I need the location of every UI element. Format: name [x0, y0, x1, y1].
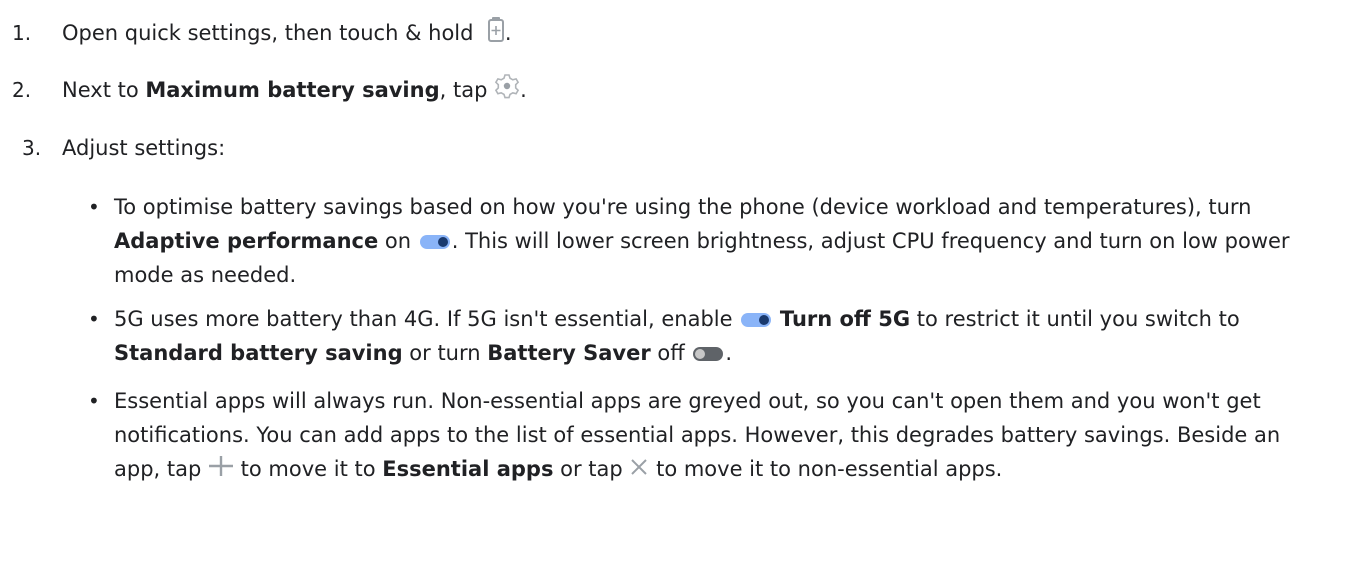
list-item: • To optimise battery savings based on h…: [88, 190, 1327, 292]
step-text: Adjust settings:: [62, 136, 226, 160]
step-number: 1.: [12, 21, 32, 45]
list-item: • 5G uses more battery than 4G. If 5G is…: [88, 302, 1327, 370]
settings-gear-icon: [494, 73, 520, 109]
step-text: Next to Maximum battery saving, tap .: [62, 73, 1327, 109]
toggle-on-icon: [741, 313, 772, 327]
bullet: •: [88, 307, 100, 331]
step-text: Open quick settings, then touch & hold .: [62, 16, 1327, 52]
bullet: •: [88, 195, 100, 219]
close-icon: [629, 453, 649, 487]
plus-icon: [208, 453, 234, 487]
toggle-on-icon: [419, 235, 450, 249]
toggle-off-icon: [693, 347, 724, 361]
list-item: • Essential apps will always run. Non-es…: [88, 384, 1327, 487]
bullet: •: [88, 389, 100, 413]
step-number: 3.: [22, 136, 42, 160]
step-number: 2.: [12, 78, 32, 102]
battery-saver-icon: [487, 16, 505, 52]
